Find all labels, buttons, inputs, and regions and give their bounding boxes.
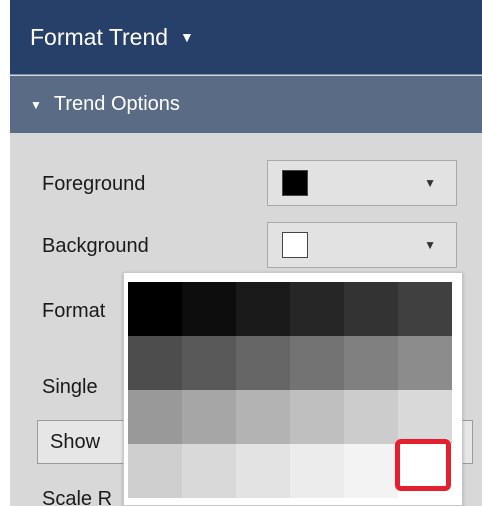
dropdown-arrow-icon: ▼ [424,238,436,252]
color-palette-grid [128,282,462,498]
color-swatch[interactable] [236,336,290,390]
foreground-color-dropdown[interactable]: ▼ [267,160,457,206]
color-swatch[interactable] [290,444,344,498]
format-label: Format [42,300,106,322]
color-swatch[interactable] [290,336,344,390]
background-color-swatch [282,232,308,258]
color-swatch[interactable] [344,336,398,390]
background-color-dropdown[interactable]: ▼ [267,222,457,268]
color-swatch[interactable] [128,390,182,444]
color-swatch[interactable] [236,282,290,336]
color-swatch[interactable] [290,390,344,444]
color-swatch[interactable] [344,444,398,498]
color-swatch-selected[interactable] [395,439,452,498]
color-swatch[interactable] [236,444,290,498]
section-title: Trend Options [53,93,180,115]
color-swatch[interactable] [182,390,236,444]
dropdown-arrow-icon: ▼ [424,176,436,190]
foreground-color-swatch [282,170,308,196]
color-swatch[interactable] [182,444,236,498]
panel-title: Format Trend [30,23,169,50]
panel-header[interactable]: Format Trend ▼ [10,0,482,75]
color-swatch[interactable] [182,336,236,390]
color-swatch[interactable] [236,390,290,444]
trend-options-section-header[interactable]: ▼ Trend Options [10,76,482,133]
background-label: Background [42,235,149,257]
caret-down-icon[interactable]: ▼ [180,29,194,45]
color-swatch[interactable] [290,282,344,336]
color-swatch[interactable] [128,282,182,336]
color-swatch[interactable] [182,282,236,336]
color-swatch[interactable] [128,336,182,390]
color-swatch[interactable] [344,282,398,336]
color-palette-popup [123,272,463,506]
color-swatch[interactable] [398,336,452,390]
foreground-label: Foreground [42,173,146,195]
color-swatch[interactable] [128,444,182,498]
caret-down-icon: ▼ [30,97,42,112]
show-button-label: Show [50,431,101,453]
format-trend-panel: Format Trend ▼ ▼ Trend Options Foregroun… [10,0,482,506]
scale-label: Scale R [42,488,113,506]
color-swatch[interactable] [344,390,398,444]
single-label: Single [42,376,98,398]
color-swatch[interactable] [398,390,452,444]
color-swatch[interactable] [398,282,452,336]
